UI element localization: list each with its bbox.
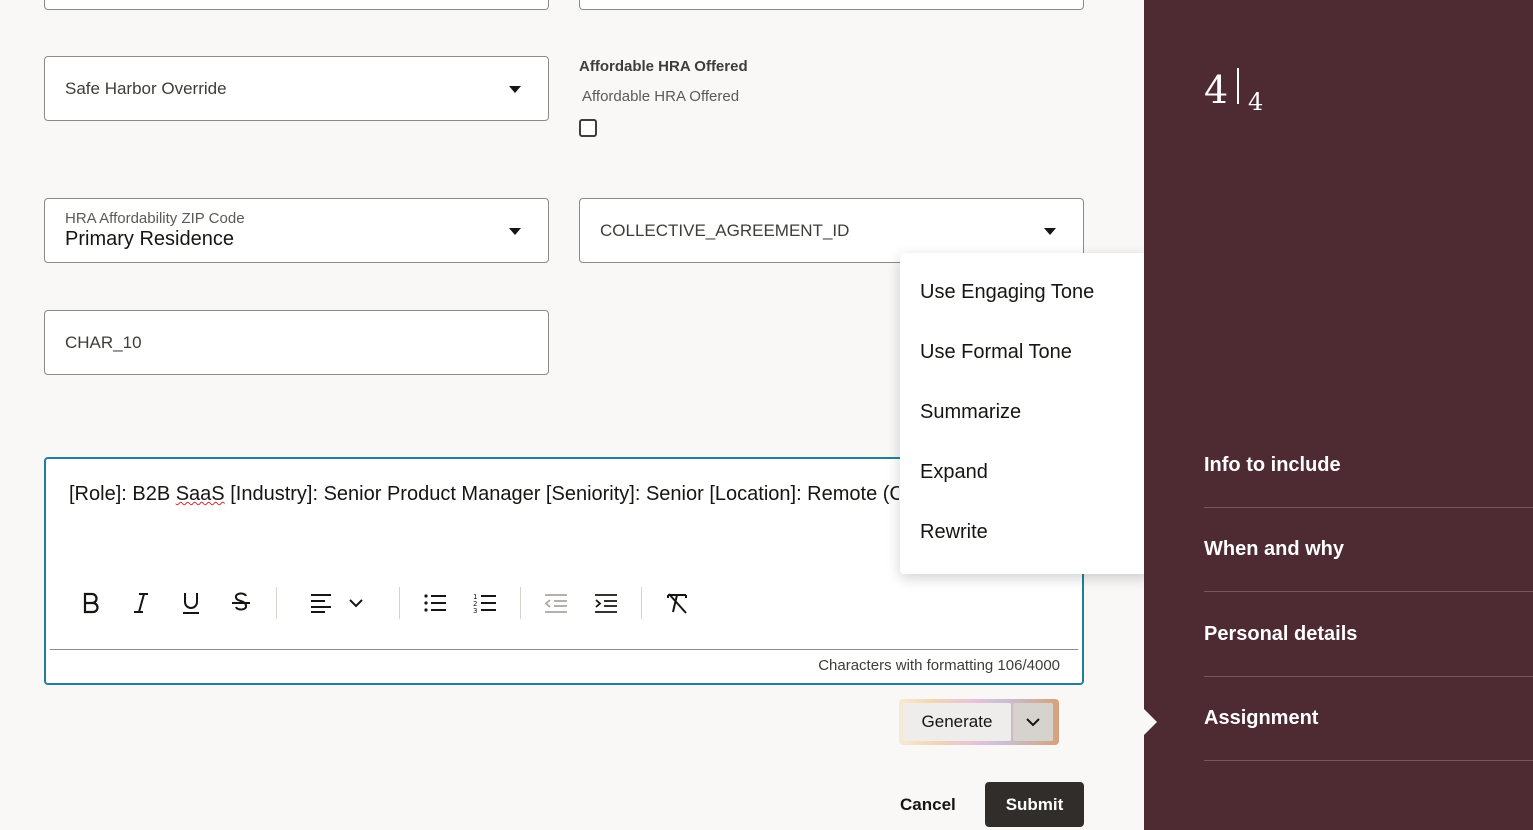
editor-content[interactable]: [Role]: B2B SaaS [Industry]: Senior Prod… (69, 483, 899, 506)
chevron-down-icon (1044, 227, 1056, 235)
char10-placeholder: CHAR_10 (65, 332, 142, 352)
cancel-button[interactable]: Cancel (900, 795, 956, 815)
svg-text:3: 3 (473, 607, 477, 614)
sidebar-item-info-to-include[interactable]: Info to include (1204, 454, 1341, 477)
step-sidebar: 4 4 Info to include When and why Persona… (1144, 0, 1533, 830)
outdent-icon[interactable] (538, 585, 574, 621)
clear-formatting-icon[interactable] (659, 585, 695, 621)
collective-agreement-placeholder: COLLECTIVE_AGREEMENT_ID (600, 220, 850, 240)
hra-zip-value: Primary Residence (65, 228, 234, 250)
sidebar-item-assignment[interactable]: Assignment (1204, 707, 1318, 730)
char10-input[interactable]: CHAR_10 (44, 310, 549, 375)
toolbar-divider (276, 587, 277, 619)
active-step-indicator (1144, 709, 1157, 735)
generate-menu-toggle[interactable] (1013, 703, 1053, 741)
safe-harbor-select[interactable]: Safe Harbor Override (44, 56, 549, 121)
numbered-list-icon[interactable]: 123 (467, 585, 503, 621)
generate-options-menu: Use Engaging Tone Use Formal Tone Summar… (900, 253, 1151, 574)
total-step-number: 4 (1248, 88, 1264, 116)
hra-zip-select[interactable]: HRA Affordability ZIP Code Primary Resid… (44, 198, 549, 263)
chevron-down-icon (509, 227, 521, 235)
character-counter: Characters with formatting 106/4000 (818, 657, 1060, 674)
menu-item-engaging-tone[interactable]: Use Engaging Tone (920, 281, 1094, 304)
underline-icon[interactable] (173, 585, 209, 621)
sidebar-divider (1204, 591, 1533, 592)
current-step-number: 4 (1204, 68, 1229, 112)
form-area: Safe Harbor Override Affordable HRA Offe… (0, 0, 1151, 830)
sidebar-divider (1204, 760, 1533, 761)
bulleted-list-icon[interactable] (417, 585, 453, 621)
step-separator (1237, 68, 1239, 104)
generate-button[interactable]: Generate (903, 703, 1011, 741)
menu-item-summarize[interactable]: Summarize (920, 401, 1021, 424)
chevron-down-icon (1026, 718, 1040, 727)
align-left-icon[interactable] (303, 585, 339, 621)
sidebar-divider (1204, 676, 1533, 677)
toolbar-divider (399, 587, 400, 619)
sidebar-item-when-and-why[interactable]: When and why (1204, 538, 1344, 561)
hra-zip-label: HRA Affordability ZIP Code (65, 210, 245, 227)
toolbar-divider (641, 587, 642, 619)
editor-text-part2: [Industry]: Senior Product Manager [Seni… (224, 483, 899, 505)
safe-harbor-placeholder: Safe Harbor Override (65, 78, 227, 98)
align-chevron-down-icon[interactable] (338, 585, 374, 621)
affordable-hra-title: Affordable HRA Offered (579, 58, 748, 75)
menu-item-formal-tone[interactable]: Use Formal Tone (920, 341, 1072, 364)
submit-button[interactable]: Submit (985, 782, 1084, 827)
top-left-field[interactable] (44, 0, 549, 10)
editor-text-part1: [Role]: B2B (69, 483, 176, 505)
strikethrough-icon[interactable] (223, 585, 259, 621)
editor-toolbar: 123 Generate (46, 579, 1082, 745)
sidebar-divider (1204, 507, 1533, 508)
misspelled-word: SaaS (175, 483, 225, 505)
menu-item-rewrite[interactable]: Rewrite (920, 521, 988, 544)
toolbar-divider (520, 587, 521, 619)
menu-item-expand[interactable]: Expand (920, 461, 988, 484)
indent-icon[interactable] (588, 585, 624, 621)
top-right-field[interactable] (579, 0, 1084, 10)
chevron-down-icon (509, 85, 521, 93)
bold-icon[interactable] (73, 585, 109, 621)
affordable-hra-label: Affordable HRA Offered (582, 88, 740, 105)
editor-divider (50, 649, 1078, 650)
italic-icon[interactable] (123, 585, 159, 621)
affordable-hra-checkbox[interactable] (579, 119, 597, 137)
sidebar-item-personal-details[interactable]: Personal details (1204, 623, 1357, 646)
generate-split-button: Generate (899, 699, 1059, 745)
